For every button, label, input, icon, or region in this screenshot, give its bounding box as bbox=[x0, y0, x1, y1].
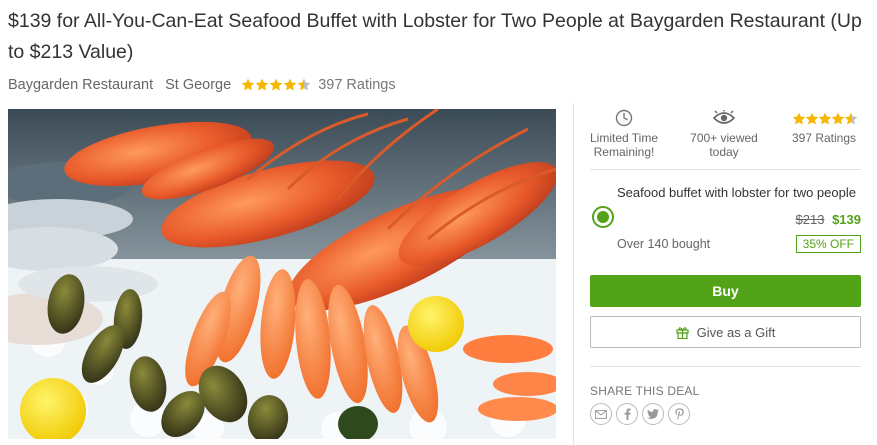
give-as-gift-button[interactable]: Give as a Gift bbox=[590, 316, 861, 348]
gift-label: Give as a Gift bbox=[696, 324, 776, 340]
badge-line1: 397 Ratings bbox=[791, 131, 857, 145]
share-buttons bbox=[590, 403, 694, 425]
option-prices: $213 $139 bbox=[796, 212, 861, 227]
rating-stars bbox=[241, 78, 311, 92]
badge-line1: Limited Time bbox=[589, 131, 659, 145]
rating-stars bbox=[774, 108, 874, 128]
deal-meta: Baygarden Restaurant St George 397 Ratin… bbox=[8, 74, 396, 96]
deal-photo[interactable] bbox=[8, 109, 556, 439]
divider bbox=[590, 169, 861, 170]
star-icon bbox=[269, 78, 283, 92]
location-label[interactable]: St George bbox=[165, 77, 231, 93]
old-price: $213 bbox=[795, 212, 825, 227]
badge-viewed: 700+ viewed today bbox=[674, 103, 774, 168]
bought-count: Over 140 bought bbox=[617, 237, 711, 251]
star-icon bbox=[255, 78, 269, 92]
star-icon bbox=[792, 112, 805, 125]
deal-sidebar: Limited Time Remaining! 700+ viewed toda… bbox=[573, 103, 873, 445]
discount-badge: 35% OFF bbox=[795, 235, 861, 253]
buy-button[interactable]: Buy bbox=[590, 275, 861, 307]
star-icon bbox=[297, 78, 311, 92]
divider bbox=[590, 366, 861, 367]
star-icon bbox=[831, 112, 844, 125]
star-icon bbox=[844, 112, 857, 125]
badge-line2: Remaining! bbox=[593, 145, 655, 159]
option-title: Seafood buffet with lobster for two peop… bbox=[617, 185, 856, 200]
deal-title: $139 for All-You-Can-Eat Seafood Buffet … bbox=[8, 10, 862, 63]
option-radio[interactable] bbox=[592, 206, 614, 228]
ratings-count[interactable]: 397 Ratings bbox=[318, 77, 395, 93]
deal-option[interactable]: Seafood buffet with lobster for two peop… bbox=[590, 181, 861, 259]
badge-line1: 700+ viewed bbox=[690, 131, 758, 145]
seafood-buffet-photo bbox=[8, 109, 556, 439]
deal-badges: Limited Time Remaining! 700+ viewed toda… bbox=[574, 103, 874, 168]
star-icon bbox=[283, 78, 297, 92]
badge-ratings[interactable]: 397 Ratings bbox=[774, 103, 874, 168]
email-icon[interactable] bbox=[590, 403, 612, 425]
pinterest-icon[interactable] bbox=[668, 403, 690, 425]
share-label: SHARE THIS DEAL bbox=[590, 384, 700, 398]
twitter-icon[interactable] bbox=[642, 403, 664, 425]
eye-icon bbox=[674, 108, 774, 128]
merchant-link[interactable]: Baygarden Restaurant bbox=[8, 77, 153, 93]
star-icon bbox=[805, 112, 818, 125]
clock-icon bbox=[574, 108, 674, 128]
gift-icon bbox=[676, 326, 689, 339]
star-icon bbox=[241, 78, 255, 92]
new-price: $139 bbox=[832, 212, 861, 227]
star-icon bbox=[818, 112, 831, 125]
badge-line2: today bbox=[709, 145, 739, 159]
badge-limited-time: Limited Time Remaining! bbox=[574, 103, 674, 168]
facebook-icon[interactable] bbox=[616, 403, 638, 425]
